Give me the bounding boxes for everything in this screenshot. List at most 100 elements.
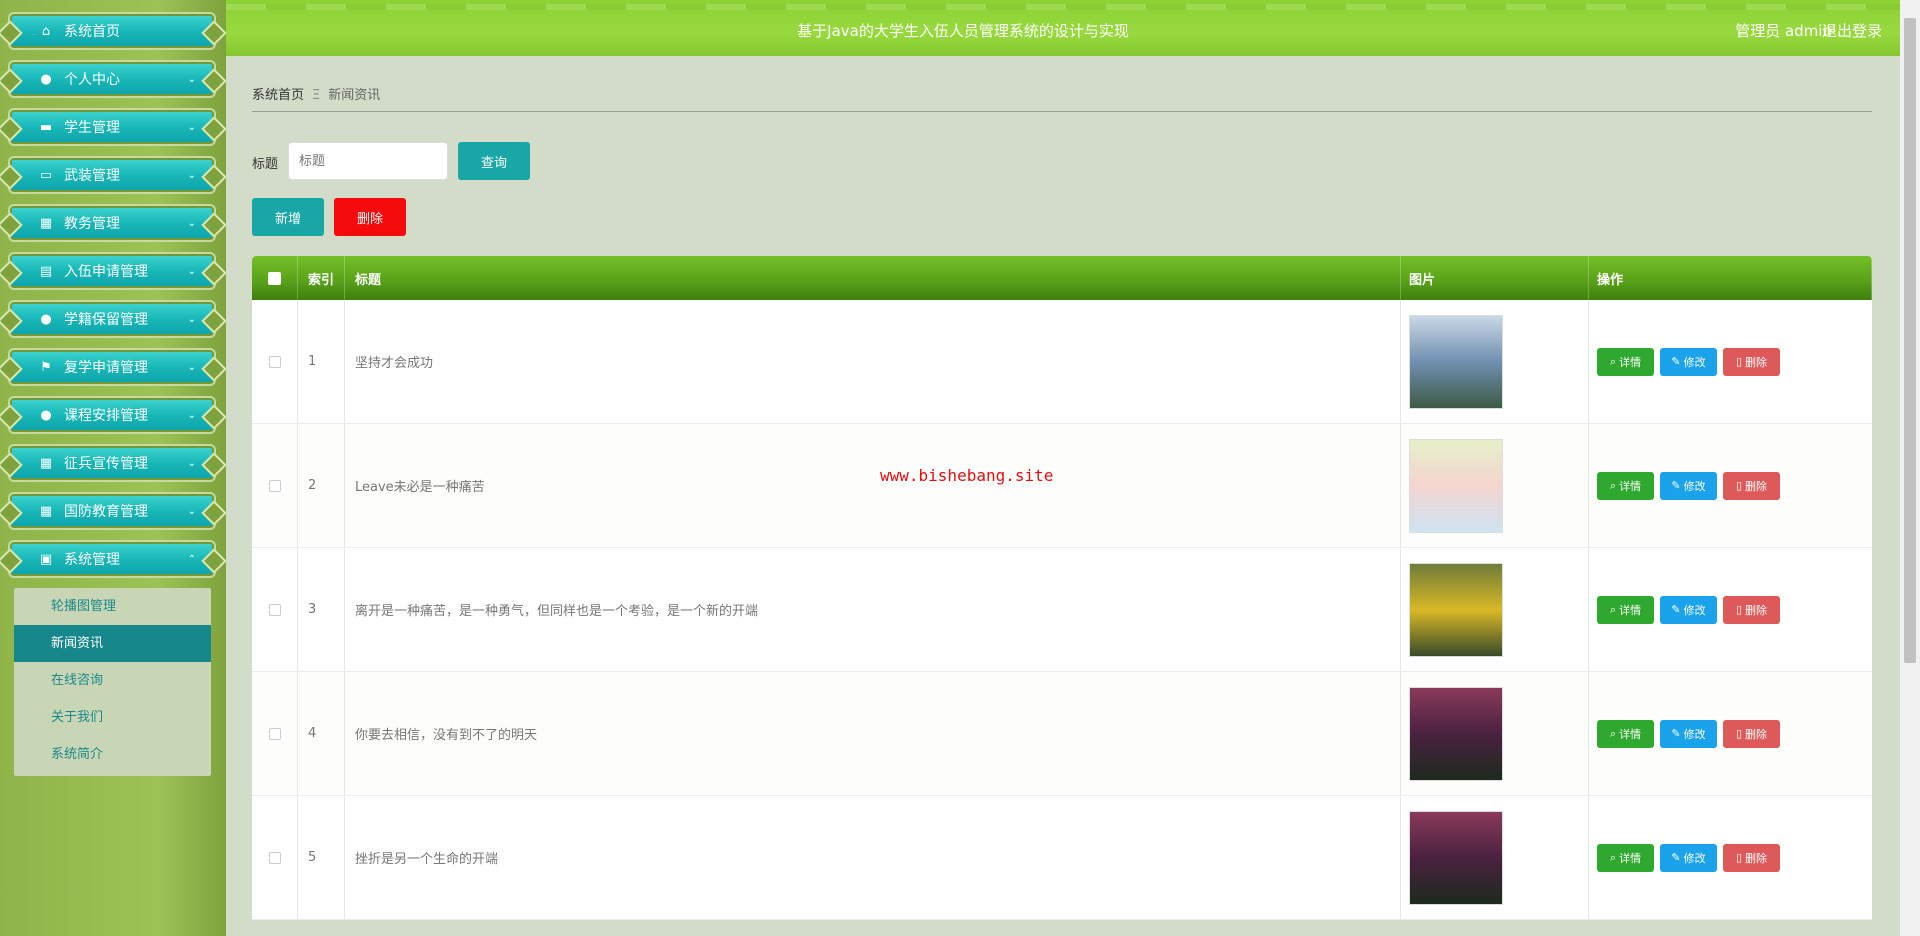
news-thumbnail[interactable] [1409, 686, 1503, 781]
sidebar-item-label: 系统管理 [64, 552, 120, 568]
table-body: 1 坚持才会成功 ⌕ 详情 ✎ 修改 ▯ 删除 2 Leave未必是一种痛苦 ⌕ 详情 ✎ 修改 ▯ 删除 3 离… [252, 300, 1872, 920]
sidebar-item[interactable]: ⌂ 系统首页 [8, 12, 216, 50]
sidebar-item[interactable]: ▦ 教务管理 ⌄ [8, 204, 216, 242]
sidebar-item-label: 课程安排管理 [64, 408, 148, 424]
sidebar-item[interactable]: ▤ 入伍申请管理 ⌄ [8, 252, 216, 290]
header-ops: 操作 [1589, 256, 1872, 300]
detail-button[interactable]: ⌕ 详情 [1597, 471, 1654, 500]
edit-button[interactable]: ✎ 修改 [1660, 595, 1717, 624]
sidebar-item[interactable]: ● 个人中心 ⌄ [8, 60, 216, 98]
news-thumbnail[interactable] [1409, 314, 1503, 409]
query-button[interactable]: 查询 [458, 142, 530, 180]
delete-button-label: 删除 [1745, 355, 1768, 369]
detail-button[interactable]: ⌕ 详情 [1597, 719, 1654, 748]
submenu-item[interactable]: 系统简介 [14, 736, 211, 773]
edit-button[interactable]: ✎ 修改 [1660, 719, 1717, 748]
row-check-cell [252, 796, 298, 919]
submenu-item[interactable]: 在线咨询 [14, 662, 211, 699]
delete-button-label: 删除 [1745, 851, 1768, 865]
row-checkbox[interactable] [268, 603, 281, 616]
row-check-cell [252, 548, 298, 671]
delete-button-label: 删除 [1745, 603, 1768, 617]
chevron-icon: ⌄ [187, 313, 196, 325]
row-image-cell [1401, 672, 1589, 795]
sidebar-item[interactable]: ● 学籍保留管理 ⌄ [8, 300, 216, 338]
chevron-icon: ⌄ [187, 409, 196, 421]
breadcrumb-home[interactable]: 系统首页 [252, 88, 304, 103]
news-thumbnail[interactable] [1409, 810, 1503, 905]
table-row: 1 坚持才会成功 ⌕ 详情 ✎ 修改 ▯ 删除 [252, 300, 1872, 424]
delete-button[interactable]: ▯ 删除 [1723, 595, 1780, 624]
trash-icon: ▯ [1735, 727, 1743, 740]
breadcrumb-separator: Ξ [312, 88, 321, 103]
clipboard-icon: ▤ [39, 263, 53, 279]
edit-button-label: 修改 [1683, 603, 1706, 617]
delete-button[interactable]: ▯ 删除 [1723, 471, 1780, 500]
table-row: 2 Leave未必是一种痛苦 ⌕ 详情 ✎ 修改 ▯ 删除 [252, 424, 1872, 548]
sidebar-item[interactable]: ▦ 国防教育管理 ⌄ [8, 492, 216, 530]
sidebar-item[interactable]: ▦ 征兵宣传管理 ⌄ [8, 444, 216, 482]
row-checkbox[interactable] [268, 727, 281, 740]
sidebar-item[interactable]: ▬ 学生管理 ⌄ [8, 108, 216, 146]
row-ops-cell: ⌕ 详情 ✎ 修改 ▯ 删除 [1589, 796, 1872, 919]
title-search-input[interactable] [288, 142, 448, 180]
submenu-item[interactable]: 新闻资讯 [14, 625, 211, 662]
row-image-cell [1401, 424, 1589, 547]
edit-button[interactable]: ✎ 修改 [1660, 347, 1717, 376]
briefcase-icon: ▣ [39, 551, 53, 567]
logout-link[interactable]: 退出登录 [1822, 20, 1882, 41]
watermark-text: www.bishebang.site [880, 466, 1054, 485]
row-checkbox[interactable] [268, 479, 281, 492]
pencil-icon: ✎ [1671, 355, 1681, 368]
submenu-item[interactable]: 关于我们 [14, 699, 211, 736]
chevron-icon: ⌄ [187, 361, 196, 373]
delete-button-label: 删除 [1745, 727, 1768, 741]
row-index: 2 [298, 424, 345, 547]
divider [252, 111, 1872, 112]
select-all-checkbox[interactable] [268, 271, 281, 285]
news-thumbnail[interactable] [1409, 438, 1503, 533]
delete-button[interactable]: ▯ 删除 [1723, 347, 1780, 376]
scrollbar-thumb[interactable] [1904, 18, 1916, 663]
table-row: 3 离开是一种痛苦，是一种勇气，但同样也是一个考验，是一个新的开端 ⌕ 详情 ✎ 修改 ▯ 删… [252, 548, 1872, 672]
row-checkbox[interactable] [268, 355, 281, 368]
sidebar-item-label: 征兵宣传管理 [64, 456, 148, 472]
search-icon: ⌕ [1609, 354, 1617, 368]
pencil-icon: ✎ [1671, 727, 1681, 740]
detail-button[interactable]: ⌕ 详情 [1597, 843, 1654, 872]
row-image-cell [1401, 548, 1589, 671]
sidebar-item[interactable]: ▣ 系统管理 ⌃ [8, 540, 216, 578]
delete-button[interactable]: ▯ 删除 [1723, 719, 1780, 748]
table-row: 5 挫折是另一个生命的开端 ⌕ 详情 ✎ 修改 ▯ 删除 [252, 796, 1872, 920]
news-thumbnail[interactable] [1409, 562, 1503, 657]
row-checkbox[interactable] [268, 851, 281, 864]
sidebar-item[interactable]: ▭ 武装管理 ⌄ [8, 156, 216, 194]
edit-button-label: 修改 [1683, 355, 1706, 369]
chevron-icon: ⌄ [187, 169, 196, 181]
sidebar-item[interactable]: ⚑ 复学申请管理 ⌄ [8, 348, 216, 386]
search-icon: ⌕ [1609, 602, 1617, 616]
page-scrollbar[interactable] [1900, 0, 1920, 936]
row-title: Leave未必是一种痛苦 [345, 424, 1401, 547]
detail-button[interactable]: ⌕ 详情 [1597, 595, 1654, 624]
submenu-item[interactable]: 轮播图管理 [14, 588, 211, 625]
grid-icon: ▦ [39, 215, 53, 231]
row-check-cell [252, 424, 298, 547]
detail-button-label: 详情 [1619, 479, 1642, 493]
table-row: 4 你要去相信，没有到不了的明天 ⌕ 详情 ✎ 修改 ▯ 删除 [252, 672, 1872, 796]
trash-icon: ▯ [1735, 479, 1743, 492]
search-icon: ⌕ [1609, 726, 1617, 740]
edit-button[interactable]: ✎ 修改 [1660, 471, 1717, 500]
batch-delete-button[interactable]: 删除 [334, 198, 406, 236]
sidebar-item[interactable]: ● 课程安排管理 ⌄ [8, 396, 216, 434]
chevron-icon: ⌄ [187, 217, 196, 229]
add-button[interactable]: 新增 [252, 198, 324, 236]
edit-button-label: 修改 [1683, 479, 1706, 493]
chevron-icon: ⌄ [187, 121, 196, 133]
row-title: 挫折是另一个生命的开端 [345, 796, 1401, 919]
detail-button[interactable]: ⌕ 详情 [1597, 347, 1654, 376]
header-index: 索引 [298, 256, 345, 300]
delete-button[interactable]: ▯ 删除 [1723, 843, 1780, 872]
pencil-icon: ✎ [1671, 851, 1681, 864]
edit-button[interactable]: ✎ 修改 [1660, 843, 1717, 872]
